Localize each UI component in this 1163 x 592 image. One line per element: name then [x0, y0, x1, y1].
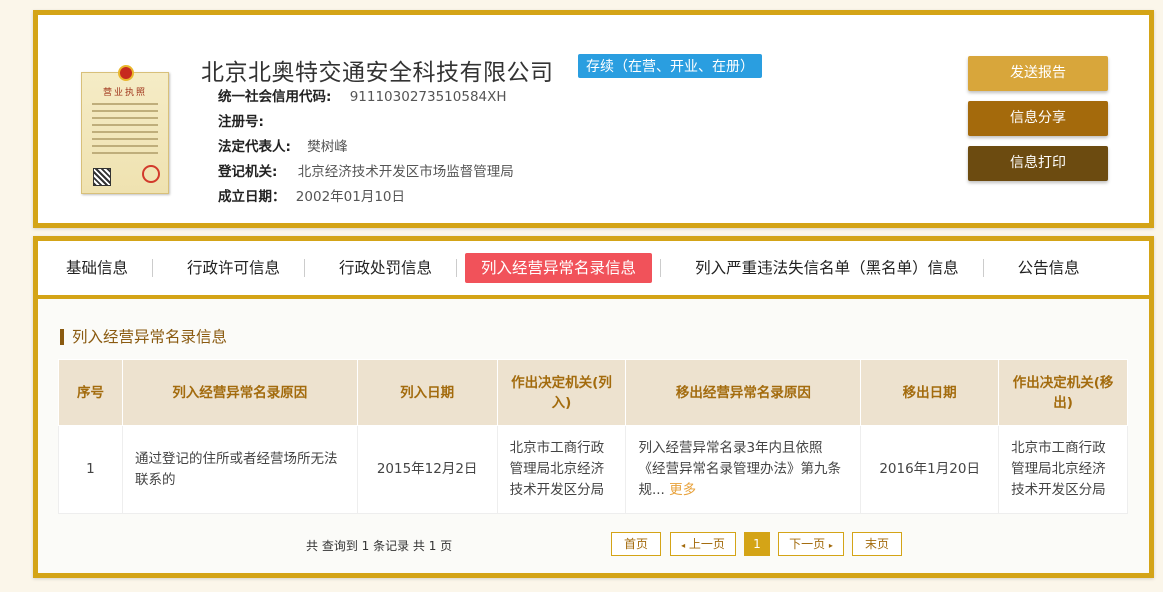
registration-number-label: 注册号:: [218, 114, 264, 130]
share-info-button[interactable]: 信息分享: [968, 101, 1108, 136]
cell-no: 1: [58, 425, 123, 514]
chevron-left-icon: ◂: [681, 541, 686, 550]
pagination-summary: 共 查询到 1 条记录 共 1 页: [306, 539, 453, 553]
tab-content: 列入经营异常名录信息 序号 列入经营异常名录原因 列入日期 作出决定机关(列入)…: [38, 299, 1149, 573]
cell-reason-out: 列入经营异常名录3年内且依照《经营异常名录管理办法》第九条规... 更多: [625, 425, 862, 514]
first-page-button[interactable]: 首页: [611, 532, 661, 556]
tab-divider: [304, 259, 306, 277]
company-header-card: 营业执照 北京北奥特交通安全科技有限公司 存续（在营、开业、在册） 统一社会信用…: [33, 10, 1154, 228]
cell-authority-in: 北京市工商行政管理局北京经济技术开发区分局: [496, 425, 627, 514]
business-license-image: 营业执照: [81, 65, 169, 194]
license-text-lines: [92, 103, 158, 159]
cell-date-out: 2016年1月20日: [860, 425, 1000, 514]
column-header-reason-in: 列入经营异常名录原因: [121, 359, 358, 426]
section-title: 列入经营异常名录信息: [60, 329, 227, 345]
establishment-date-row: 成立日期： 2002年01月10日: [218, 185, 405, 205]
chevron-right-icon: ▸: [828, 541, 833, 550]
more-link[interactable]: 更多: [669, 482, 696, 498]
table-row: 1 通过登记的住所或者经营场所无法联系的 2015年12月2日 北京市工商行政管…: [58, 425, 1128, 514]
legal-representative-row: 法定代表人: 樊树峰: [218, 135, 348, 155]
column-header-date-out: 移出日期: [860, 359, 1000, 426]
table-header-row: 序号 列入经营异常名录原因 列入日期 作出决定机关(列入) 移出经营异常名录原因…: [58, 359, 1128, 426]
company-name: 北京北奥特交通安全科技有限公司: [201, 60, 554, 86]
next-page-label: 下一页: [789, 537, 826, 551]
legal-representative-value: 樊树峰: [307, 139, 348, 155]
tab-abnormal-operation[interactable]: 列入经营异常名录信息: [465, 253, 653, 283]
last-page-button[interactable]: 末页: [852, 532, 902, 556]
registration-authority-value: 北京经济技术开发区市场监督管理局: [297, 164, 514, 180]
legal-representative-label: 法定代表人:: [218, 139, 291, 155]
next-page-button[interactable]: 下一页 ▸: [778, 532, 844, 556]
column-header-authority-in: 作出决定机关(列入): [496, 359, 627, 426]
print-info-button[interactable]: 信息打印: [968, 146, 1108, 181]
credit-code-value: 9111030273510584XH: [349, 89, 507, 105]
prev-page-button[interactable]: ◂ 上一页: [670, 532, 736, 556]
registration-number-row: 注册号:: [218, 110, 264, 130]
tab-admin-penalty[interactable]: 行政处罚信息: [323, 253, 448, 283]
detail-card: 基础信息 行政许可信息 行政处罚信息 列入经营异常名录信息 列入严重违法失信名单…: [33, 236, 1154, 578]
registration-authority-row: 登记机关: 北京经济技术开发区市场监督管理局: [218, 160, 514, 180]
status-badge: 存续（在营、开业、在册）: [578, 54, 762, 78]
registration-authority-label: 登记机关:: [218, 164, 278, 180]
column-header-date-in: 列入日期: [356, 359, 498, 426]
tab-divider: [152, 259, 154, 277]
cell-reason-in: 通过登记的住所或者经营场所无法联系的: [121, 425, 358, 514]
prev-page-label: 上一页: [688, 537, 725, 551]
credit-code-row: 统一社会信用代码: 9111030273510584XH: [218, 85, 507, 105]
national-emblem-icon: [118, 65, 134, 81]
establishment-date-label: 成立日期：: [218, 189, 286, 205]
license-title: 营业执照: [102, 88, 147, 98]
establishment-date-value: 2002年01月10日: [295, 189, 406, 205]
tab-bar: 基础信息 行政许可信息 行政处罚信息 列入经营异常名录信息 列入严重违法失信名单…: [38, 241, 1149, 299]
column-header-reason-out: 移出经营异常名录原因: [625, 359, 862, 426]
seal-icon: [142, 165, 160, 183]
tab-basic-info[interactable]: 基础信息: [50, 253, 144, 283]
send-report-button[interactable]: 发送报告: [968, 56, 1108, 91]
abnormal-operation-table: 序号 列入经营异常名录原因 列入日期 作出决定机关(列入) 移出经营异常名录原因…: [58, 359, 1128, 514]
column-header-no: 序号: [58, 359, 123, 426]
tab-divider: [660, 259, 662, 277]
tab-announcements[interactable]: 公告信息: [1002, 253, 1096, 283]
tab-divider: [982, 259, 984, 277]
tab-admin-license[interactable]: 行政许可信息: [171, 253, 296, 283]
cell-authority-out: 北京市工商行政管理局北京经济技术开发区分局: [998, 425, 1128, 514]
column-header-authority-out: 作出决定机关(移出): [998, 359, 1128, 426]
qr-code-icon: [93, 168, 111, 186]
cell-date-in: 2015年12月2日: [356, 425, 498, 514]
credit-code-label: 统一社会信用代码:: [218, 89, 332, 105]
tab-divider: [456, 259, 458, 277]
current-page-button[interactable]: 1: [744, 532, 770, 556]
tab-blacklist[interactable]: 列入严重违法失信名单（黑名单）信息: [679, 253, 975, 283]
